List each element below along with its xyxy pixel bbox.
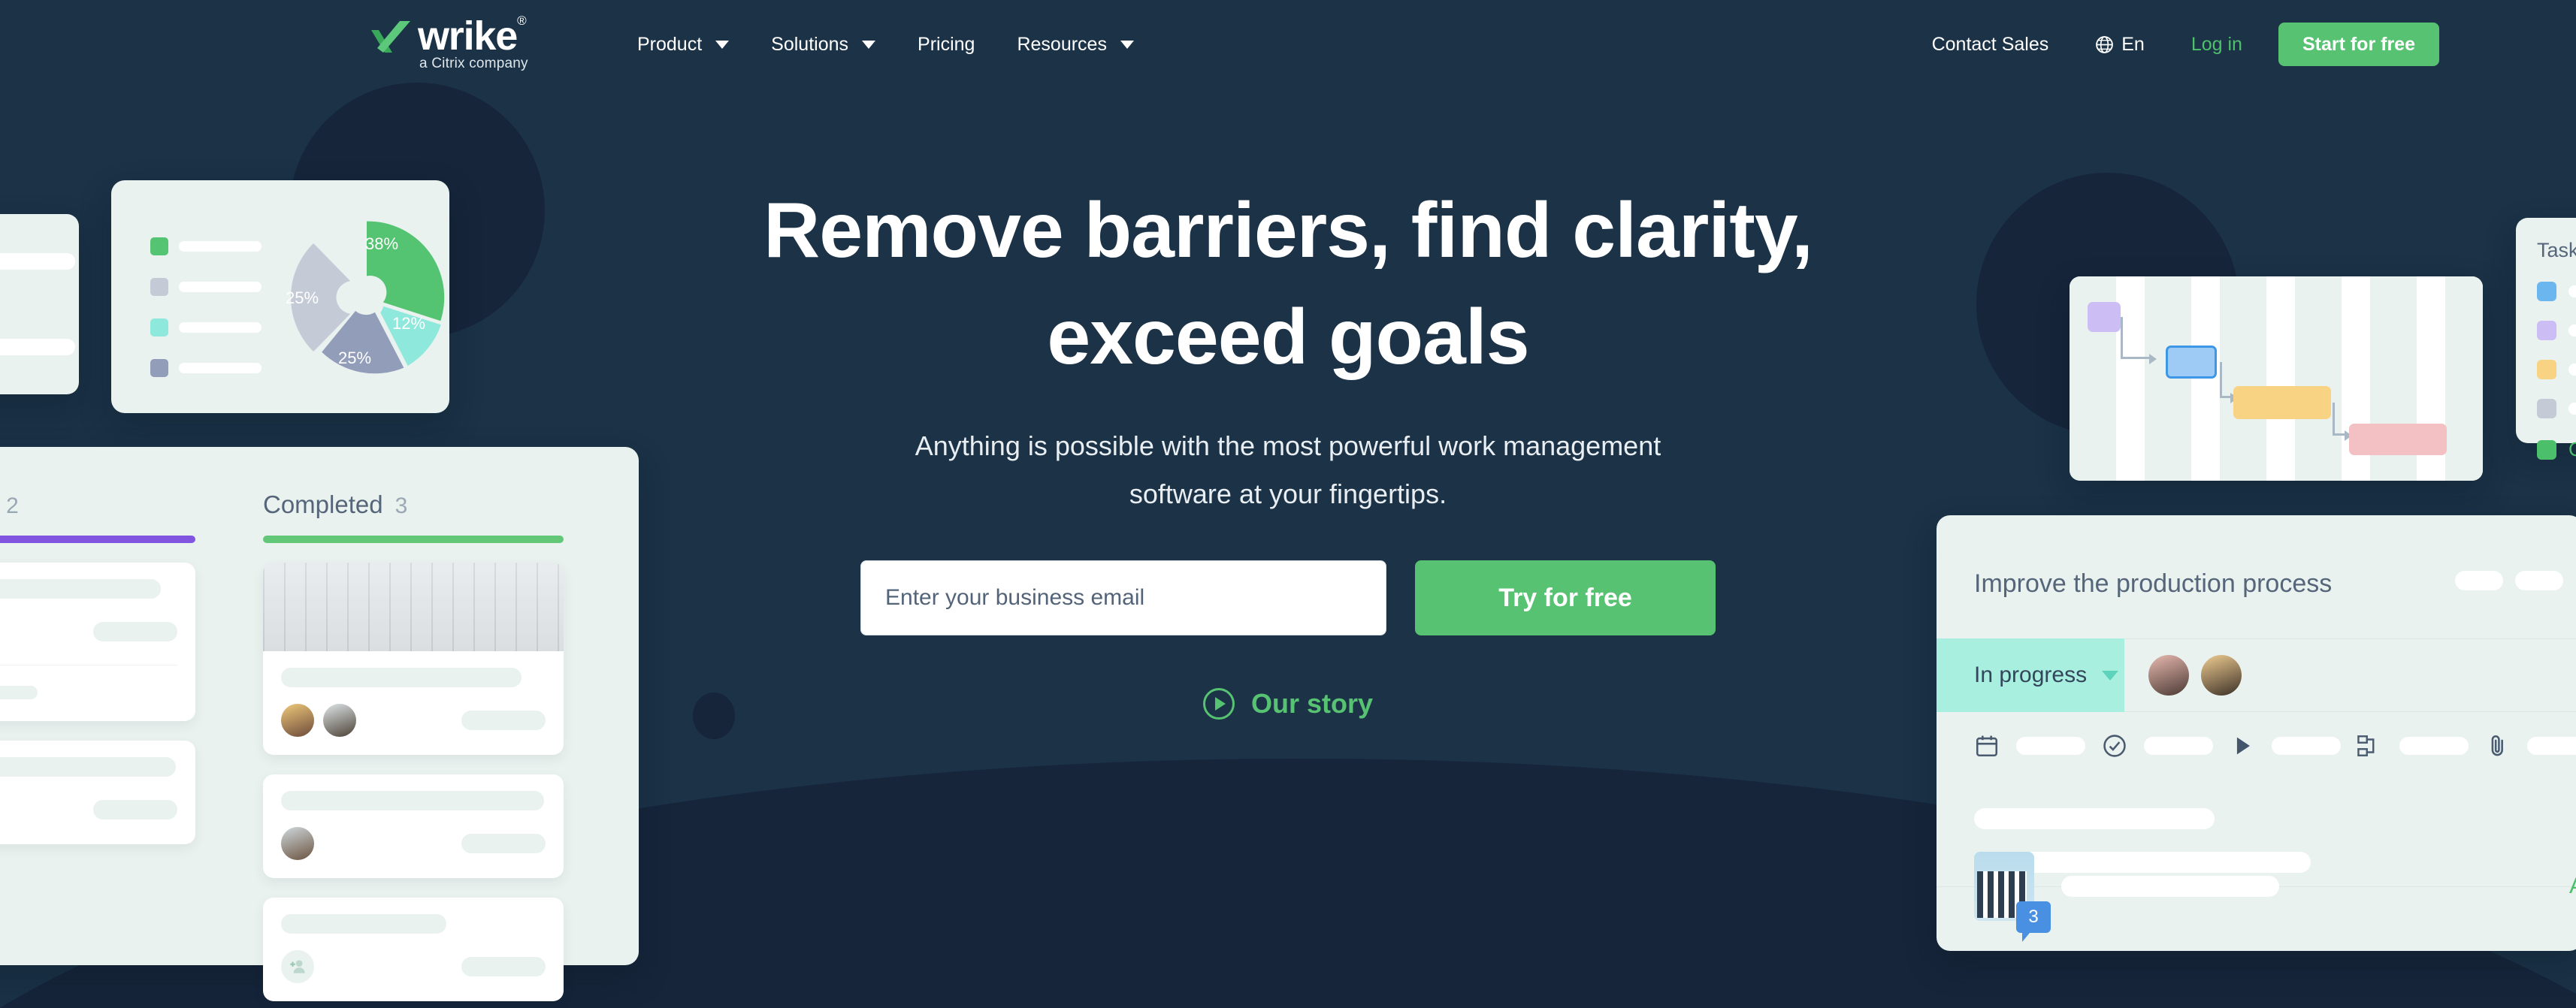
task-meta-placeholder bbox=[461, 957, 546, 976]
hero-subheadline-line-2: software at your fingertips. bbox=[1129, 478, 1447, 509]
avatar bbox=[281, 827, 314, 860]
signup-form: Try for free bbox=[0, 560, 2576, 635]
logo-wordmark: wrike® bbox=[418, 14, 527, 59]
task-meta-placeholder bbox=[93, 800, 177, 819]
nav-links: Product Solutions Pricing Resources bbox=[616, 0, 1155, 89]
language-selector[interactable]: En bbox=[2095, 34, 2145, 56]
production-meta-row bbox=[1974, 733, 2576, 759]
start-for-free-button[interactable]: Start for free bbox=[2278, 23, 2439, 66]
nav-item-solutions-label: Solutions bbox=[771, 33, 849, 55]
wrike-checkmark-icon bbox=[371, 21, 410, 53]
hero-headline-line-2: exceed goals bbox=[1047, 294, 1529, 381]
nav-item-pricing-label: Pricing bbox=[918, 33, 975, 55]
meta-placeholder bbox=[2144, 737, 2213, 755]
our-story-link[interactable]: Our story bbox=[1202, 688, 1374, 720]
contact-sales-link[interactable]: Contact Sales bbox=[1932, 34, 2049, 56]
try-for-free-button[interactable]: Try for free bbox=[1415, 560, 1716, 635]
meta-placeholder bbox=[2527, 737, 2576, 755]
play-icon bbox=[2236, 737, 2250, 755]
attachment-thumbnail[interactable]: 3 bbox=[1974, 852, 2051, 942]
chevron-down-icon bbox=[715, 40, 730, 49]
nav-item-resources[interactable]: Resources bbox=[996, 0, 1155, 89]
our-story-label: Our story bbox=[1250, 688, 1374, 719]
wrike-logo[interactable]: wrike® a Citrix company bbox=[370, 14, 528, 72]
nav-item-solutions[interactable]: Solutions bbox=[750, 0, 896, 89]
nav-item-product[interactable]: Product bbox=[616, 0, 750, 89]
calendar-icon bbox=[1976, 735, 1998, 757]
check-circle-icon bbox=[2103, 735, 2126, 757]
production-attachment-row: 3 App bbox=[1974, 852, 2576, 942]
nav-item-resources-label: Resources bbox=[1017, 33, 1107, 55]
task-title-placeholder bbox=[281, 914, 446, 934]
hero-headline-line-1: Remove barriers, find clarity, bbox=[763, 187, 1813, 274]
page-root: wrike® a Citrix company Product Solution… bbox=[0, 0, 2576, 1008]
approve-label[interactable]: App bbox=[2569, 874, 2576, 899]
description-line-placeholder bbox=[1974, 808, 2215, 829]
paperclip-icon bbox=[2491, 735, 2503, 756]
task-meta-placeholder bbox=[461, 834, 546, 853]
task-card[interactable] bbox=[263, 898, 564, 1001]
attachment-name-placeholder bbox=[2061, 876, 2279, 897]
meta-placeholder bbox=[2016, 737, 2085, 755]
task-card[interactable] bbox=[263, 774, 564, 878]
play-circle-icon bbox=[1202, 688, 1235, 720]
nav-actions: Contact Sales En Log in Start for free bbox=[1932, 0, 2439, 89]
registered-mark: ® bbox=[517, 14, 527, 28]
business-email-input[interactable] bbox=[860, 560, 1386, 635]
nav-item-product-label: Product bbox=[637, 33, 703, 55]
chevron-down-icon bbox=[862, 40, 876, 49]
hero-subheadline: Anything is possible with the most power… bbox=[0, 422, 2576, 518]
top-navigation-bar: wrike® a Citrix company Product Solution… bbox=[0, 0, 2576, 89]
hero-subheadline-line-1: Anything is possible with the most power… bbox=[915, 430, 1661, 461]
add-assignee-button[interactable] bbox=[281, 950, 314, 983]
nav-item-pricing[interactable]: Pricing bbox=[896, 0, 996, 89]
hero-headline: Remove barriers, find clarity, exceed go… bbox=[0, 177, 2576, 391]
chevron-down-icon bbox=[1120, 40, 1134, 49]
task-card[interactable] bbox=[0, 741, 195, 844]
comment-count-badge: 3 bbox=[2016, 901, 2051, 942]
add-person-icon bbox=[290, 960, 305, 973]
task-title-placeholder bbox=[281, 791, 544, 810]
meta-placeholder bbox=[2399, 737, 2469, 755]
assignee-avatars bbox=[281, 827, 314, 860]
login-link[interactable]: Log in bbox=[2191, 34, 2242, 56]
hero-section: Remove barriers, find clarity, exceed go… bbox=[0, 0, 2576, 720]
language-label: En bbox=[2121, 33, 2145, 55]
meta-placeholder bbox=[2272, 737, 2341, 755]
hierarchy-icon bbox=[2357, 735, 2375, 756]
task-title-placeholder bbox=[0, 757, 176, 777]
globe-icon bbox=[2096, 35, 2114, 53]
